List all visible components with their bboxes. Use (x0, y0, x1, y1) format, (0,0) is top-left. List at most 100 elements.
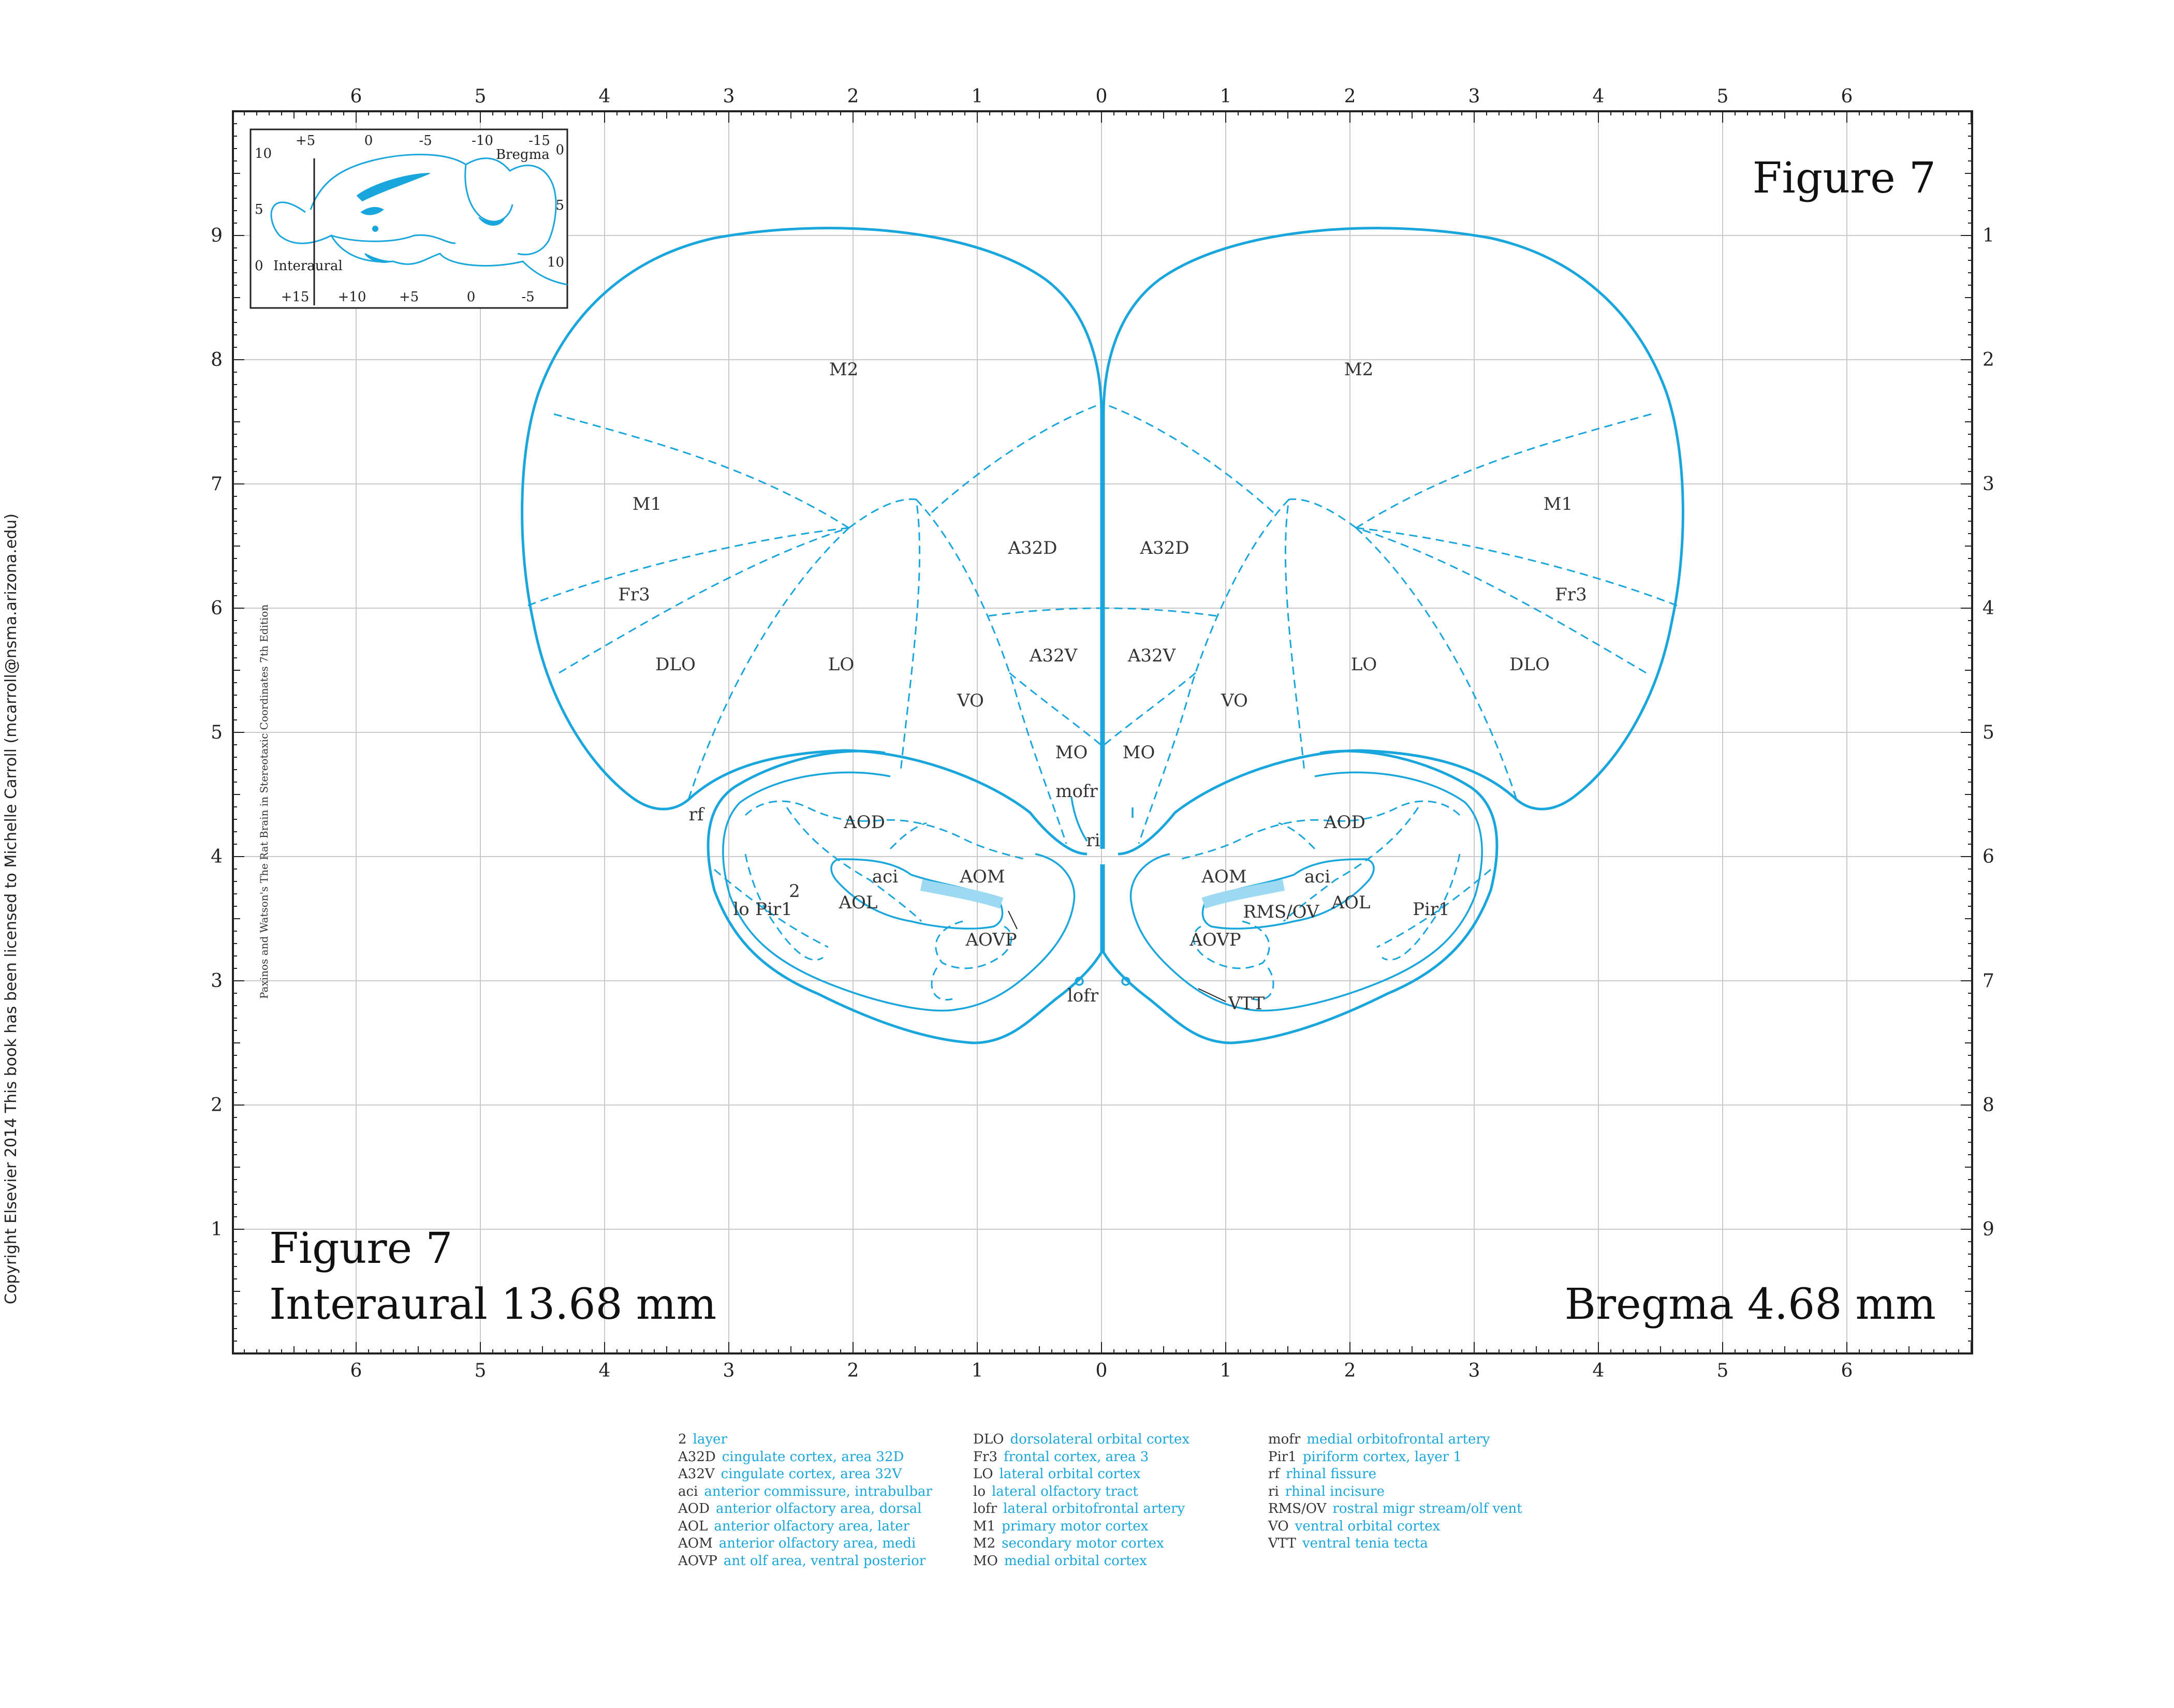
legend-item: AOL anterior olfactory area, later (678, 1518, 942, 1536)
right-hemisphere: M2 M1 Fr3 DLO LO VO A32D A32V MO AOD AOM… (1008, 227, 1684, 1044)
legend-abbreviation: A32D (678, 1449, 716, 1465)
top-axis-label: 1 (1220, 86, 1232, 107)
right-axis-label: 8 (1982, 1095, 1994, 1116)
left-hemisphere: M2 M1 Fr3 DLO LO VO A32D A32V MO mofr ri… (521, 227, 1103, 1044)
bottom-axis-label: 2 (1344, 1360, 1356, 1381)
legend-abbreviation: lofr (973, 1501, 997, 1516)
label-lo-left: LO (828, 654, 854, 675)
legend-description: rhinal incisure (1285, 1483, 1385, 1499)
legend-item: lofr lateral orbitofrontal artery (973, 1500, 1237, 1518)
legend-item: LO lateral orbital cortex (973, 1466, 1237, 1483)
label-aci-left: aci (872, 866, 898, 887)
legend-description: cingulate cortex, area 32D (722, 1449, 904, 1465)
legend-item: M1 primary motor cortex (973, 1518, 1237, 1536)
legend-item: Fr3 frontal cortex, area 3 (973, 1449, 1237, 1466)
label-mo-left: MO (1055, 742, 1088, 763)
label-a32d-right: A32D (1139, 538, 1189, 558)
right-axis-label: 6 (1982, 846, 1994, 867)
legend-description: frontal cortex, area 3 (1004, 1449, 1149, 1465)
legend-abbreviation: AOVP (678, 1553, 717, 1569)
legend-abbreviation: ri (1268, 1483, 1279, 1499)
label-aol-left: AOL (838, 892, 877, 913)
legend-item: AOVP ant olf area, ventral posterior (678, 1553, 942, 1570)
legend-abbreviation: DLO (973, 1432, 1004, 1447)
legend-description: lateral olfactory tract (991, 1483, 1138, 1499)
left-axis-label: 3 (211, 970, 223, 992)
figure-title-top: Figure 7 (1753, 154, 1936, 203)
legend-description: rhinal fissure (1286, 1466, 1376, 1482)
olfactory-bulb-outline (707, 749, 1103, 1044)
legend-item: A32D cingulate cortex, area 32D (678, 1449, 942, 1466)
label-fr3-left: Fr3 (618, 584, 650, 605)
left-axis-label: 5 (211, 722, 223, 743)
right-axis-label: 7 (1982, 970, 1994, 992)
legend-abbreviation: LO (973, 1466, 993, 1482)
label-a32v-left: A32V (1029, 645, 1078, 666)
legend-item: VTT ventral tenia tecta (1268, 1535, 1532, 1553)
legend-abbreviation: mofr (1268, 1432, 1301, 1447)
legend-item: MO medial orbital cortex (973, 1553, 1237, 1570)
inset-bregma-label: Bregma (496, 147, 550, 163)
label-vo-right: VO (1221, 690, 1248, 711)
label-ri: ri (1086, 830, 1100, 851)
label-pir1-right: Pir1 (1413, 899, 1450, 920)
top-axis-label: 5 (475, 86, 487, 107)
bottom-axis-label: 3 (723, 1360, 735, 1381)
legend-column-1: 2 layer A32D cingulate cortex, area 32D A32V… (678, 1431, 942, 1570)
inset-top-tick: 0 (364, 133, 373, 149)
legend-description: primary motor cortex (1002, 1518, 1149, 1534)
label-aovp-left: AOVP (965, 930, 1017, 950)
label-aod-left: AOD (843, 812, 885, 833)
inset-bottom-tick: -5 (521, 289, 534, 305)
legend-description: anterior olfactory area, dorsal (715, 1501, 922, 1516)
right-axis-label: 5 (1982, 722, 1994, 743)
left-axis-label: 7 (211, 474, 223, 495)
legend-description: medial orbitofrontal artery (1306, 1432, 1490, 1447)
inset-bottom-tick: +5 (399, 289, 419, 305)
legend-item: mofr medial orbitofrontal artery (1268, 1431, 1532, 1449)
legend-item: AOM anterior olfactory area, medi (678, 1535, 942, 1553)
label-lo-right: LO (1351, 654, 1377, 675)
legend-item: ri rhinal incisure (1268, 1483, 1532, 1501)
legend-description: anterior commissure, intrabulbar (704, 1483, 932, 1499)
legend-abbreviation: Pir1 (1268, 1449, 1297, 1465)
legend-column-3: mofr medial orbitofrontal artery Pir1 pirif… (1268, 1431, 1532, 1570)
legend-item: rf rhinal fissure (1268, 1466, 1532, 1483)
figure-title-bottom: Figure 7 (269, 1224, 452, 1273)
label-dlo-right: DLO (1509, 654, 1550, 675)
top-axis-label: 4 (599, 86, 611, 107)
right-axis-label: 4 (1982, 598, 1994, 619)
legend-item: 2 layer (678, 1431, 942, 1449)
right-axis-label: 3 (1982, 474, 1994, 495)
inset-right-tick: 10 (547, 255, 564, 270)
legend-abbreviation: RMS/OV (1268, 1501, 1327, 1516)
label-aom-left: AOM (959, 866, 1005, 887)
legend-description: lateral orbital cortex (999, 1466, 1141, 1482)
bottom-axis-label: 4 (1593, 1360, 1605, 1381)
left-axis-label: 8 (211, 349, 223, 371)
legend-abbreviation: lo (973, 1483, 986, 1499)
label-m1-right: M1 (1544, 494, 1573, 514)
sagittal-inset: Bregma Interaural +5 0 -5 -10 -15 +15 +10 +5 0 -5… (249, 128, 568, 309)
label-pir1-left: Pir1 (755, 899, 792, 920)
inset-top-tick: +5 (296, 133, 315, 149)
legend-abbreviation: AOM (678, 1536, 713, 1551)
bottom-axis-label: 3 (1468, 1360, 1480, 1381)
legend-item: lo lateral olfactory tract (973, 1483, 1237, 1501)
inset-interaural-label: Interaural (273, 258, 343, 274)
label-mo-right: MO (1123, 742, 1155, 763)
bottom-axis-label: 6 (350, 1360, 362, 1381)
inset-top-tick: -15 (528, 133, 550, 149)
label-m1-left: M1 (633, 494, 662, 514)
legend-description: anterior olfactory area, later (714, 1518, 910, 1534)
legend-item: aci anterior commissure, intrabulbar (678, 1483, 942, 1501)
label-dlo-left: DLO (655, 654, 696, 675)
legend-abbreviation: MO (973, 1553, 998, 1569)
copyright-notice: Copyright Elsevier 2014 This book has be… (2, 513, 20, 1304)
legend-description: medial orbital cortex (1004, 1553, 1147, 1569)
bottom-axis-label: 1 (972, 1360, 983, 1381)
bottom-axis-label: 1 (1220, 1360, 1232, 1381)
inset-right-tick: 5 (555, 198, 564, 213)
left-axis-label: 1 (211, 1219, 223, 1240)
inset-top-tick: -10 (472, 133, 493, 149)
